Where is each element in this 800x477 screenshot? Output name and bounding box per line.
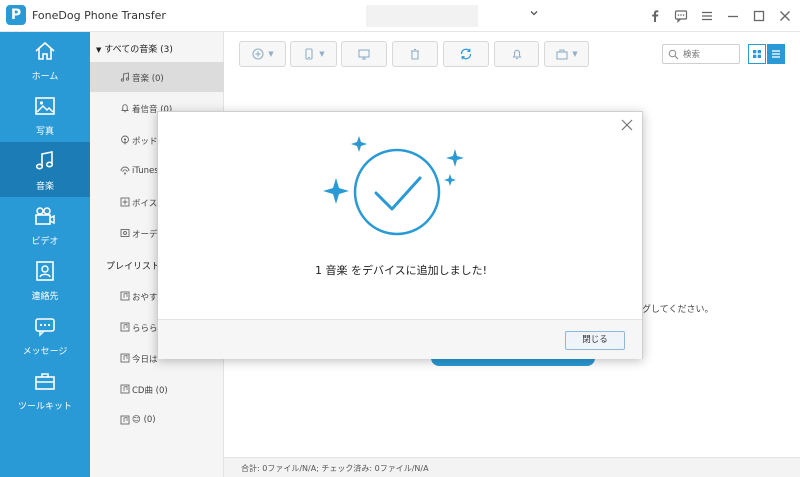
dialog-footer: 閉じる — [158, 319, 642, 359]
sidebar-item-label: ビデオ — [31, 237, 59, 247]
grid-view-icon — [753, 50, 761, 58]
export-to-device-button[interactable]: ▼ — [290, 41, 337, 67]
list-view-icon — [772, 50, 780, 58]
maximize-icon[interactable] — [750, 8, 768, 24]
sidebar-item-video[interactable]: ビデオ — [0, 197, 90, 252]
playlist-icon — [120, 384, 130, 394]
sidebar-item-label: メッセージ — [22, 347, 68, 357]
export-to-pc-button[interactable] — [341, 41, 387, 67]
sidebar-item-messages[interactable]: メッセージ — [0, 307, 90, 362]
category-item-label: 音楽 (0) — [132, 74, 164, 84]
export-to-device-icon — [305, 48, 313, 60]
playlist-icon — [120, 415, 130, 425]
feedback-icon[interactable] — [672, 8, 690, 24]
message-icon — [35, 318, 55, 337]
contacts-icon — [36, 261, 54, 281]
playlist-item-label: ららら — [132, 324, 158, 334]
audiobook-icon — [120, 229, 130, 237]
sidebar-item-home[interactable]: ホーム — [0, 32, 90, 87]
category-item-label: ポッド — [132, 137, 158, 147]
delete-button[interactable] — [392, 41, 438, 67]
home-icon — [35, 41, 55, 60]
success-check-icon — [323, 136, 464, 236]
close-button[interactable]: 閉じる — [565, 331, 625, 350]
export-to-pc-icon — [358, 49, 370, 60]
sidebar-item-contacts[interactable]: 連絡先 — [0, 252, 90, 307]
ringtone-icon — [511, 49, 522, 60]
chevron-down-icon: ▼ — [572, 50, 578, 58]
itunes-icon — [120, 166, 130, 175]
close-icon[interactable] — [620, 118, 634, 132]
add-icon — [252, 48, 264, 60]
caret-down-icon: ▼ — [96, 46, 102, 54]
playlist-header: プレイリスト — [106, 262, 161, 272]
music-icon — [35, 151, 54, 170]
device-name-field[interactable] — [366, 5, 478, 27]
search-icon — [668, 49, 679, 60]
playlist-icon — [120, 291, 130, 301]
device-selector[interactable] — [366, 5, 542, 27]
refresh-button[interactable] — [443, 41, 489, 67]
delete-icon — [411, 48, 419, 60]
sidebar-item-label: 写真 — [35, 127, 54, 137]
sidebar-item-label: ツールキット — [17, 402, 72, 412]
category-header-label: すべての音楽 (3) — [104, 45, 173, 55]
dialog-message: 1 音楽 をデバイスに追加しました! — [314, 264, 488, 277]
status-text: 合計: 0ファイル/N/A; チェック済み: 0ファイル/N/A — [241, 464, 429, 473]
playlist-item-label: CD曲 (0) — [132, 386, 168, 396]
category-item-label: オーデ — [132, 230, 158, 240]
bell-icon — [121, 104, 129, 113]
search-box[interactable] — [662, 44, 740, 64]
sidebar: ホーム 写真 音楽 ビデオ 連絡先 メッセージ ツールキット — [0, 32, 90, 477]
sidebar-item-label: ホーム — [31, 72, 59, 82]
chevron-down-icon: ▼ — [319, 50, 325, 58]
playlist-item[interactable]: 😊 (0) — [90, 405, 224, 435]
title-bar: P FoneDog Phone Transfer — [0, 0, 800, 32]
playlist-item-label: 今日は — [132, 355, 158, 365]
toolbox-button[interactable]: ▼ — [544, 41, 589, 67]
add-button[interactable]: ▼ — [239, 41, 286, 67]
app-title: FoneDog Phone Transfer — [32, 9, 166, 22]
podcast-icon — [121, 135, 129, 145]
sidebar-item-label: 音楽 — [35, 182, 54, 192]
playlist-item-label: 😊 (0) — [132, 415, 156, 425]
photo-icon — [35, 97, 55, 115]
toolkit-icon — [35, 373, 55, 390]
category-item-music[interactable]: 音楽 (0) — [90, 62, 224, 92]
category-item-label: ボイス — [132, 199, 158, 209]
facebook-icon[interactable] — [646, 8, 664, 24]
sidebar-item-photos[interactable]: 写真 — [0, 87, 90, 142]
chevron-down-icon: ▼ — [268, 50, 274, 58]
sidebar-item-music[interactable]: 音楽 — [0, 142, 90, 197]
sidebar-item-label: 連絡先 — [31, 292, 59, 302]
close-icon[interactable] — [776, 8, 794, 24]
category-item-label: iTunes — [132, 166, 159, 176]
video-icon — [35, 207, 55, 225]
playlist-icon — [120, 353, 130, 363]
grid-view-button[interactable] — [748, 44, 766, 64]
playlist-item[interactable]: CD曲 (0) — [90, 374, 224, 404]
menu-icon[interactable] — [698, 8, 716, 24]
chevron-down-icon[interactable] — [528, 8, 540, 20]
minimize-icon[interactable] — [724, 8, 742, 24]
voice-icon — [120, 197, 130, 207]
category-header[interactable]: ▼ すべての音楽 (3) — [96, 42, 173, 55]
refresh-icon — [460, 48, 472, 60]
search-input[interactable] — [683, 47, 737, 62]
music-note-icon — [120, 72, 130, 82]
app-logo-icon: P — [6, 5, 26, 25]
playlist-item-label: おやす — [132, 293, 158, 303]
status-bar: 合計: 0ファイル/N/A; チェック済み: 0ファイル/N/A — [224, 457, 800, 477]
playlist-icon — [120, 322, 130, 332]
list-view-button[interactable] — [767, 44, 785, 64]
ringtone-button[interactable] — [494, 41, 539, 67]
sidebar-item-toolkit[interactable]: ツールキット — [0, 362, 90, 417]
toolbox-icon — [556, 49, 568, 60]
success-dialog: 1 音楽 をデバイスに追加しました! 閉じる — [157, 111, 643, 359]
